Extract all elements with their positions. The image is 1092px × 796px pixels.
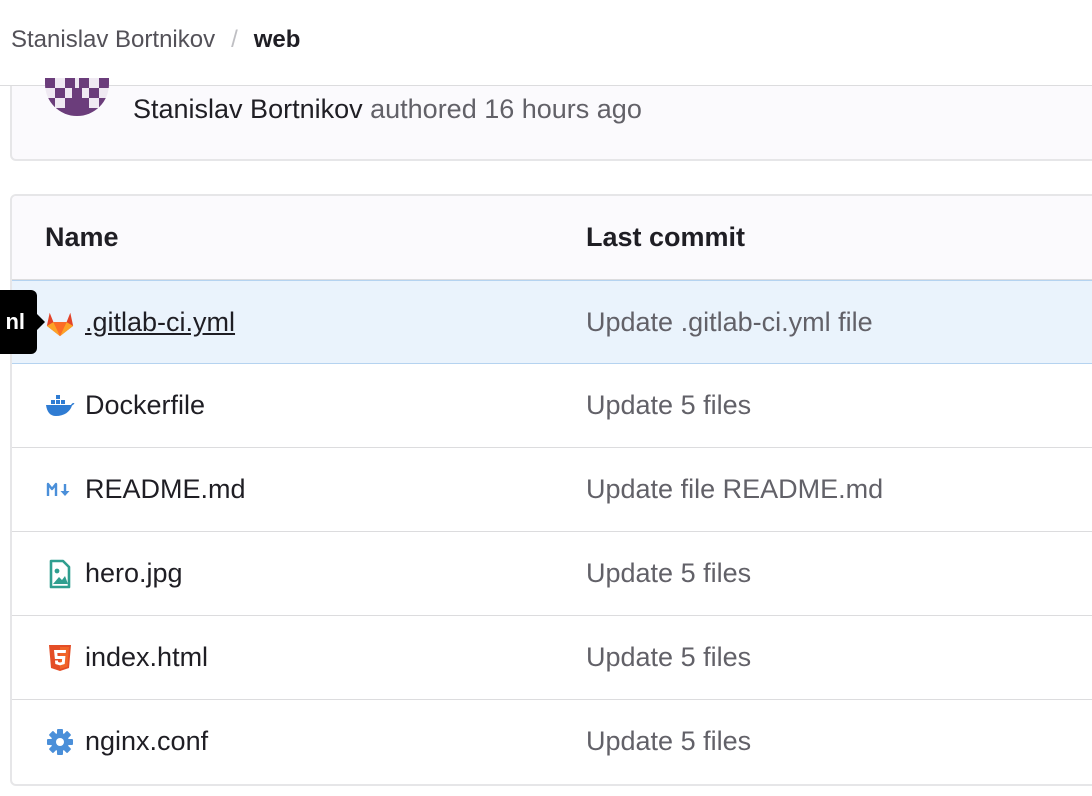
last-commit-card: Stanislav Bortnikov authored 16 hours ag… — [10, 78, 1092, 161]
file-name-link[interactable]: hero.jpg — [85, 558, 183, 589]
commit-message-link[interactable]: Update 5 files — [586, 726, 751, 757]
column-header-last-commit: Last commit — [586, 222, 746, 252]
image-file-icon — [45, 559, 75, 589]
gear-icon — [45, 727, 75, 757]
commit-message-link[interactable]: Update 5 files — [586, 390, 751, 421]
file-table: Name Last commit .gitlab-ci.yml Update .… — [10, 194, 1092, 786]
repository-page: Stanislav Bortnikov / web Stanislav Bort… — [0, 0, 1092, 796]
commit-message-link[interactable]: Update .gitlab-ci.yml file — [586, 307, 873, 338]
table-row[interactable]: Dockerfile Update 5 files — [12, 364, 1092, 448]
table-row[interactable]: index.html Update 5 files — [12, 616, 1092, 700]
file-name-tooltip: nl — [0, 290, 37, 354]
gitlab-icon — [45, 308, 75, 338]
html5-icon — [45, 643, 75, 673]
commit-message-link[interactable]: Update 5 files — [586, 642, 751, 673]
breadcrumb-owner-link[interactable]: Stanislav Bortnikov — [11, 26, 215, 54]
file-name-link[interactable]: index.html — [85, 642, 208, 673]
file-name-link[interactable]: .gitlab-ci.yml — [85, 307, 235, 338]
avatar[interactable] — [45, 78, 109, 116]
commit-message-link[interactable]: Update file README.md — [586, 474, 883, 505]
breadcrumb: Stanislav Bortnikov / web — [11, 26, 300, 54]
file-name-link[interactable]: nginx.conf — [85, 726, 208, 757]
table-row[interactable]: hero.jpg Update 5 files — [12, 532, 1092, 616]
table-row[interactable]: .gitlab-ci.yml Update .gitlab-ci.yml fil… — [12, 280, 1092, 364]
table-row[interactable]: README.md Update file README.md — [12, 448, 1092, 532]
commit-author-link[interactable]: Stanislav Bortnikov — [133, 94, 363, 124]
docker-icon — [45, 391, 75, 421]
breadcrumb-separator: / — [231, 26, 238, 53]
commit-message-link[interactable]: Update 5 files — [586, 558, 751, 589]
commit-line: Stanislav Bortnikov authored 16 hours ag… — [133, 94, 642, 125]
file-name-link[interactable]: Dockerfile — [85, 390, 205, 421]
table-header: Name Last commit — [12, 196, 1092, 280]
breadcrumb-project[interactable]: web — [254, 26, 301, 54]
avatar-identicon — [45, 78, 109, 116]
tooltip-arrow — [37, 314, 45, 330]
commit-meta: authored 16 hours ago — [370, 94, 642, 124]
table-row[interactable]: nginx.conf Update 5 files — [12, 700, 1092, 784]
file-name-link[interactable]: README.md — [85, 474, 246, 505]
top-bar: Stanislav Bortnikov / web — [0, 0, 1092, 86]
column-header-name: Name — [45, 222, 119, 252]
markdown-icon — [45, 475, 75, 505]
